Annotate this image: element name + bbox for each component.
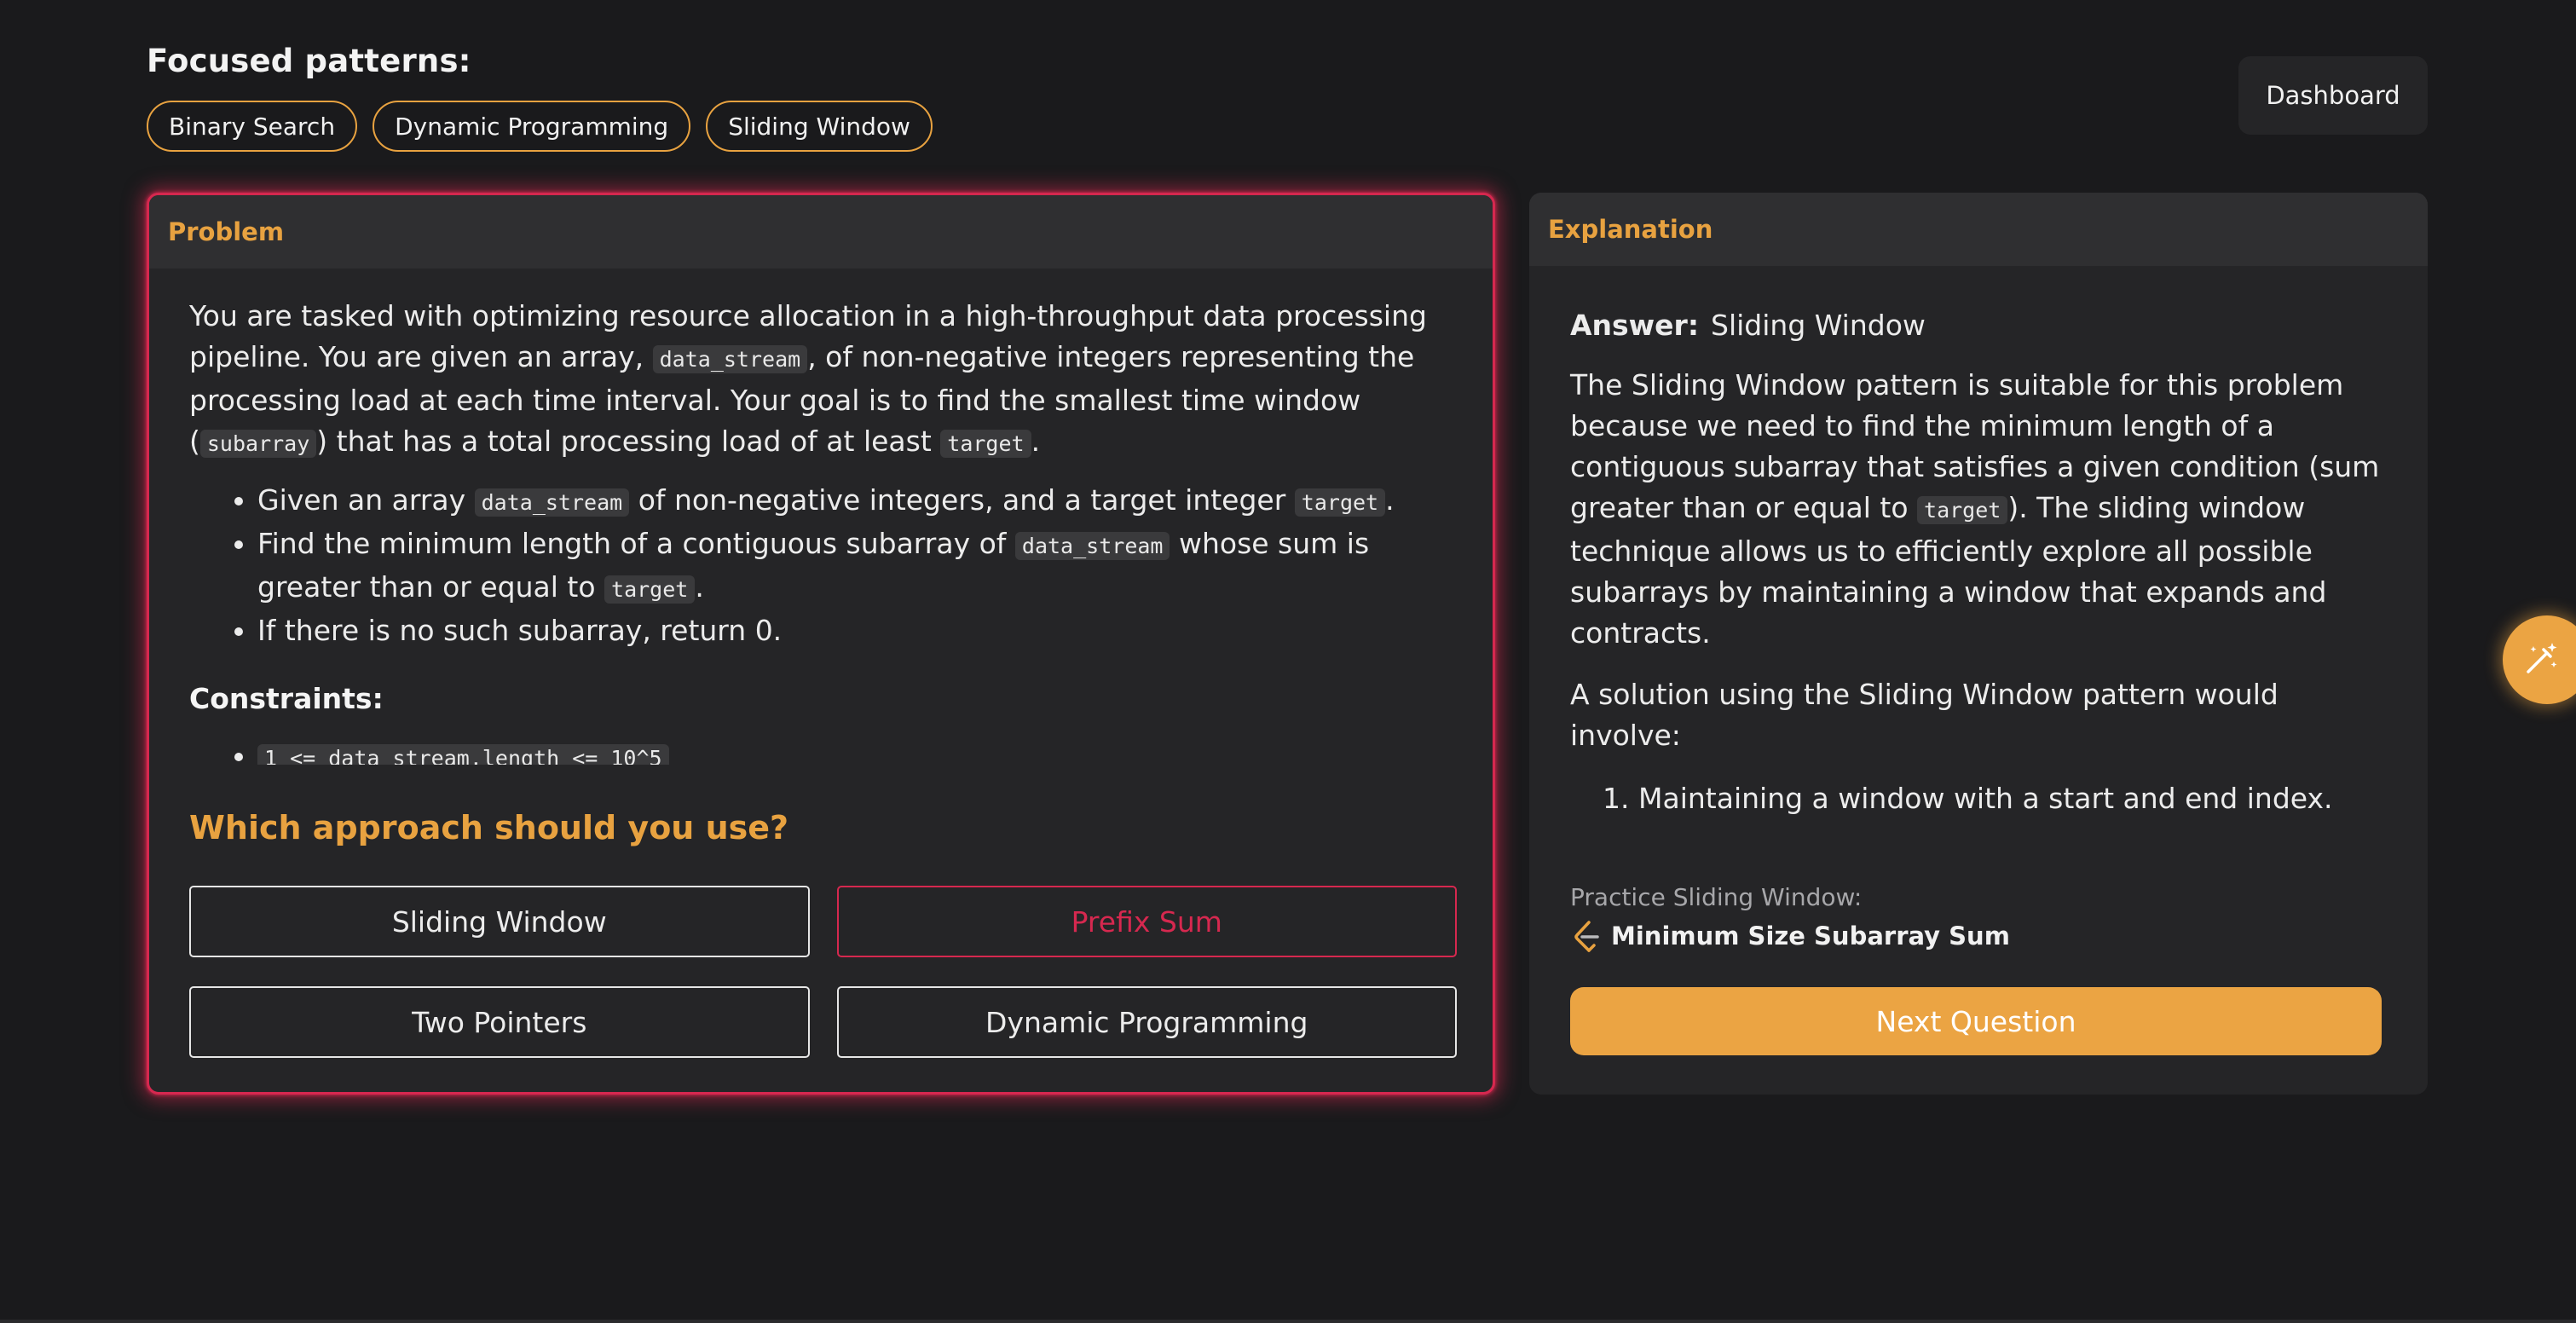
dashboard-button[interactable]: Dashboard [2238, 56, 2428, 135]
problem-body[interactable]: You are tasked with optimizing resource … [189, 296, 1451, 962]
explanation-paragraph: The Sliding Window pattern is suitable f… [1570, 365, 2388, 654]
problem-panel: Problem You are tasked with optimizing r… [147, 193, 1495, 1095]
option-sliding-window[interactable]: Sliding Window [189, 886, 810, 957]
code-data-stream: data_stream [1014, 532, 1170, 560]
tag-sliding-window[interactable]: Sliding Window [706, 101, 933, 152]
constraints-title: Constraints: [189, 682, 384, 715]
code-data-stream: data_stream [652, 345, 808, 373]
constraint-code: 1 <= data_stream.length <= 10^5 [257, 744, 669, 765]
page: Focused patterns: Binary Search Dynamic … [0, 0, 2576, 1323]
bullet-text: Find the minimum length of a contiguous … [257, 527, 1015, 560]
solution-intro: A solution using the Sliding Window patt… [1570, 678, 2279, 752]
focused-patterns-title: Focused patterns: [147, 43, 471, 79]
problem-description: You are tasked with optimizing resource … [189, 296, 1451, 465]
question-prompt: Which approach should you use? [189, 809, 789, 846]
code-target: target [604, 575, 696, 604]
option-two-pointers[interactable]: Two Pointers [189, 986, 810, 1058]
practice-link-label: Minimum Size Subarray Sum [1611, 921, 2010, 950]
code-target: target [1294, 488, 1386, 517]
solution-steps: Maintaining a window with a start and en… [1570, 778, 2388, 819]
answer-label: Answer: [1570, 309, 1700, 342]
option-prefix-sum[interactable]: Prefix Sum [836, 886, 1457, 957]
bullet-text: . [1385, 483, 1395, 517]
list-item: Find the minimum length of a contiguous … [257, 523, 1451, 610]
answer-options: Sliding Window Prefix Sum Two Pointers D… [189, 886, 1457, 1058]
code-target: target [940, 430, 1031, 458]
answer-line: Answer: Sliding Window [1570, 305, 2388, 346]
practice-label: Practice Sliding Window: [1570, 883, 1863, 911]
problem-header: Problem [149, 195, 1493, 269]
list-item: Given an array data_stream of non-negati… [257, 480, 1451, 523]
code-target: target [1917, 496, 2008, 524]
problem-text-3: ) that has a total processing load of at… [316, 425, 941, 458]
tag-dynamic-programming[interactable]: Dynamic Programming [373, 101, 691, 152]
list-item: 1 <= data_stream.length <= 10^5 [257, 736, 1451, 765]
leetcode-icon [1570, 919, 1601, 953]
problem-bullets: Given an array data_stream of non-negati… [189, 480, 1451, 651]
list-item: Maintaining a window with a start and en… [1638, 778, 2388, 819]
answer-value: Sliding Window [1711, 309, 1926, 342]
magic-wand-button[interactable] [2503, 615, 2576, 704]
next-question-button[interactable]: Next Question [1570, 987, 2382, 1055]
focused-pattern-tags: Binary Search Dynamic Programming Slidin… [147, 101, 933, 152]
list-item: If there is no such subarray, return 0. [257, 610, 1451, 651]
bullet-text: Given an array [257, 483, 475, 517]
option-dynamic-programming[interactable]: Dynamic Programming [836, 986, 1457, 1058]
tag-binary-search[interactable]: Binary Search [147, 101, 358, 152]
bullet-text: of non-negative integers, and a target i… [629, 483, 1295, 517]
bullet-text: . [695, 570, 704, 604]
magic-wand-icon [2523, 639, 2561, 680]
problem-text-4: . [1031, 425, 1041, 458]
practice-problem-link[interactable]: Minimum Size Subarray Sum [1570, 919, 2010, 953]
code-subarray: subarray [199, 430, 317, 458]
constraints-list: 1 <= data_stream.length <= 10^5 [189, 736, 1451, 765]
explanation-panel: Explanation Answer: Sliding Window The Sl… [1529, 193, 2428, 1095]
code-data-stream: data_stream [474, 488, 630, 517]
explanation-header: Explanation [1529, 193, 2428, 266]
explanation-body: Answer: Sliding Window The Sliding Window… [1570, 305, 2388, 819]
